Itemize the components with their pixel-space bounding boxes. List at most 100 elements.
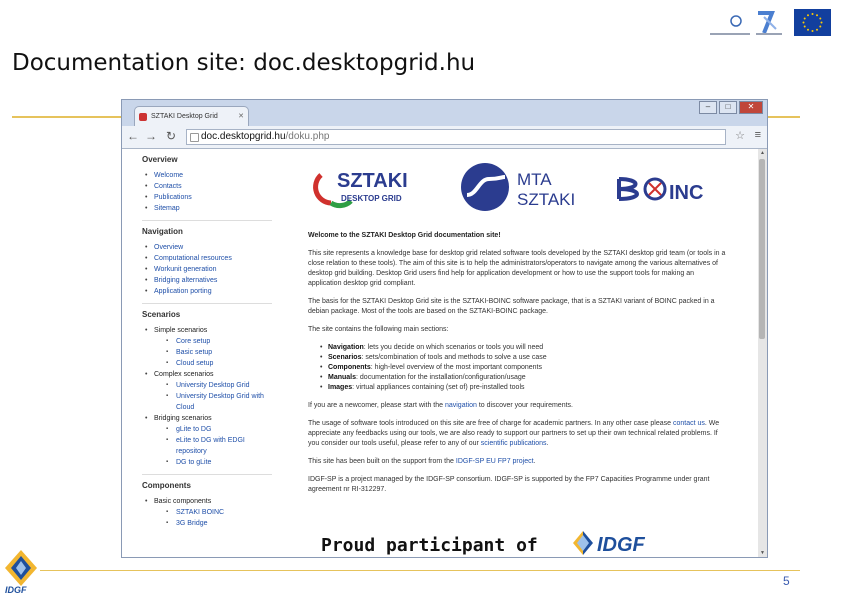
sidebar-group-label: Complex scenarios (154, 371, 214, 378)
page-icon (190, 133, 199, 142)
project-link[interactable]: IDGF-SP EU FP7 project (456, 458, 534, 465)
forward-icon[interactable]: → (144, 129, 158, 143)
address-bar[interactable]: doc.desktopgrid.hu/doku.php (186, 129, 726, 145)
sidebar-link[interactable]: DG to gLite (166, 457, 272, 468)
section-desc: : virtual appliances containing (set of)… (352, 384, 525, 391)
logo-sztaki-text: SZTAKI (337, 170, 408, 192)
sidebar-link[interactable]: University Desktop Grid with Cloud (166, 391, 272, 413)
text-span: If you are a newcomer, please start with… (308, 402, 445, 409)
list-item: Scenarios: sets/combination of tools and… (320, 353, 728, 363)
sidebar-link[interactable]: Basic setup (166, 347, 272, 358)
list-item: Components: high-level overview of the m… (320, 363, 728, 373)
tab-title: SZTAKI Desktop Grid (151, 113, 218, 120)
banner-text: Proud participant of (321, 535, 538, 556)
scroll-down-icon[interactable]: ▼ (758, 549, 767, 557)
tab-close-icon[interactable]: ✕ (238, 107, 244, 126)
sidebar-link[interactable]: Application porting (142, 286, 272, 297)
sidebar-heading-scenarios: Scenarios (142, 310, 181, 319)
list-item: Navigation: lets you decide on which sce… (320, 343, 728, 353)
publications-link[interactable]: scientific publications (481, 440, 547, 447)
sidebar-link[interactable]: gLite to DG (166, 424, 272, 435)
section-name[interactable]: Scenarios (328, 354, 361, 361)
sidebar-link[interactable]: SZTAKI BOINC (166, 507, 272, 518)
navigation-link[interactable]: navigation (445, 402, 477, 409)
section-desc: : sets/combination of tools and methods … (361, 354, 547, 361)
sidebar-group-label: Simple scenarios (154, 327, 208, 334)
idgf-logo-icon: IDGF (573, 531, 646, 556)
logo-mta-sztaki-text: SZTAKI (517, 190, 575, 209)
window-controls: – □ ✕ (699, 101, 763, 114)
footer-rule (40, 570, 800, 571)
sidebar-link[interactable]: Cloud setup (166, 358, 272, 369)
intro-paragraph: This site represents a knowledge base fo… (308, 250, 726, 287)
sidebar-link[interactable]: Overview (142, 242, 272, 253)
reload-icon[interactable]: ↻ (164, 129, 178, 143)
maximize-button[interactable]: □ (719, 101, 737, 114)
close-window-button[interactable]: ✕ (739, 101, 763, 114)
slide-title: Documentation site: doc.desktopgrid.hu (12, 50, 476, 76)
text-span: This site has been built on the support … (308, 458, 456, 465)
partner-logos: SZTAKI DESKTOP GRID MTA SZTAKI INC (313, 163, 703, 211)
sidebar-divider (142, 303, 272, 304)
banner-logo-text: IDGF (597, 534, 646, 556)
text-span: The usage of software tools introduced o… (308, 420, 673, 427)
newcomer-paragraph: If you are a newcomer, please start with… (308, 401, 728, 411)
contact-link[interactable]: contact us (673, 420, 705, 427)
consortium-paragraph: IDGF-SP is a project managed by the IDGF… (308, 476, 710, 493)
browser-tab[interactable]: SZTAKI Desktop Grid ✕ (134, 106, 249, 126)
text-span: to discover your requirements. (476, 402, 573, 409)
eu-flag-icon (794, 9, 831, 36)
title-rule-left (12, 116, 122, 118)
browser-window: SZTAKI Desktop Grid ✕ – □ ✕ ← → ↻ doc.de… (121, 99, 768, 558)
support-paragraph: This site has been built on the support … (308, 457, 728, 467)
minimize-button[interactable]: – (699, 101, 717, 114)
scroll-thumb[interactable] (759, 159, 765, 339)
sidebar-link[interactable]: Computational resources (142, 253, 272, 264)
list-item: Images: virtual appliances containing (s… (320, 383, 728, 393)
sidebar-link[interactable]: 3G Bridge (166, 518, 272, 529)
section-name[interactable]: Navigation (328, 344, 364, 351)
sidebar-heading-overview: Overview (142, 155, 178, 164)
sidebar-link[interactable]: Core setup (166, 336, 272, 347)
sections-intro: The site contains the following main sec… (308, 326, 449, 333)
svg-text:IDGF: IDGF (5, 585, 27, 594)
url-path: /doku.php (285, 131, 330, 142)
sidebar-link[interactable]: Workunit generation (142, 264, 272, 275)
idgf-corner-logo-icon: IDGF (5, 550, 37, 594)
section-name[interactable]: Manuals (328, 374, 356, 381)
bookmark-star-icon[interactable]: ☆ (735, 129, 745, 142)
mta-sztaki-logo-icon: MTA SZTAKI (461, 163, 575, 211)
sidebar-link[interactable]: University Desktop Grid (166, 380, 272, 391)
menu-icon[interactable]: ≡ (755, 129, 761, 141)
title-rule-right (768, 116, 800, 118)
logo-boinc-letter-b (617, 177, 639, 201)
sidebar-divider (142, 220, 272, 221)
sidebar-group: Simple scenarios Core setup Basic setup … (142, 325, 272, 369)
basis-paragraph: The basis for the SZTAKI Desktop Grid si… (308, 298, 715, 315)
text-span: . (533, 458, 536, 465)
sidebar-link[interactable]: Bridging alternatives (142, 275, 272, 286)
sidebar-link[interactable]: Welcome (142, 170, 272, 181)
sidebar-link[interactable]: Publications (142, 192, 272, 203)
sidebar-group-label: Basic components (154, 498, 212, 505)
vertical-scrollbar[interactable]: ▲ ▼ (758, 149, 767, 557)
section-name[interactable]: Components (328, 364, 371, 371)
sidebar-group-label: Bridging scenarios (154, 415, 212, 422)
sidebar-link[interactable]: Sitemap (142, 203, 272, 214)
scroll-up-icon[interactable]: ▲ (758, 149, 767, 157)
section-name[interactable]: Images (328, 384, 352, 391)
sections-list: Navigation: lets you decide on which sce… (308, 343, 728, 393)
logo-boinc-text: INC (669, 182, 703, 204)
sidebar-group: Complex scenarios University Desktop Gri… (142, 369, 272, 413)
back-icon[interactable]: ← (126, 129, 140, 143)
text-span: . (546, 440, 549, 447)
sidebar-link[interactable]: eLite to DG with EDGI repository (166, 435, 272, 457)
boinc-logo-icon: INC (617, 177, 703, 204)
sidebar-divider (142, 474, 272, 475)
sidebar-link[interactable]: Contacts (142, 181, 272, 192)
sidebar-group: Bridging scenarios gLite to DG eLite to … (142, 413, 272, 468)
usage-paragraph: The usage of software tools introduced o… (308, 419, 728, 449)
doc-sidebar: Overview Welcome Contacts Publications S… (142, 155, 272, 535)
logo-boinc-cross (648, 182, 662, 196)
sidebar-heading-components: Components (142, 481, 191, 490)
